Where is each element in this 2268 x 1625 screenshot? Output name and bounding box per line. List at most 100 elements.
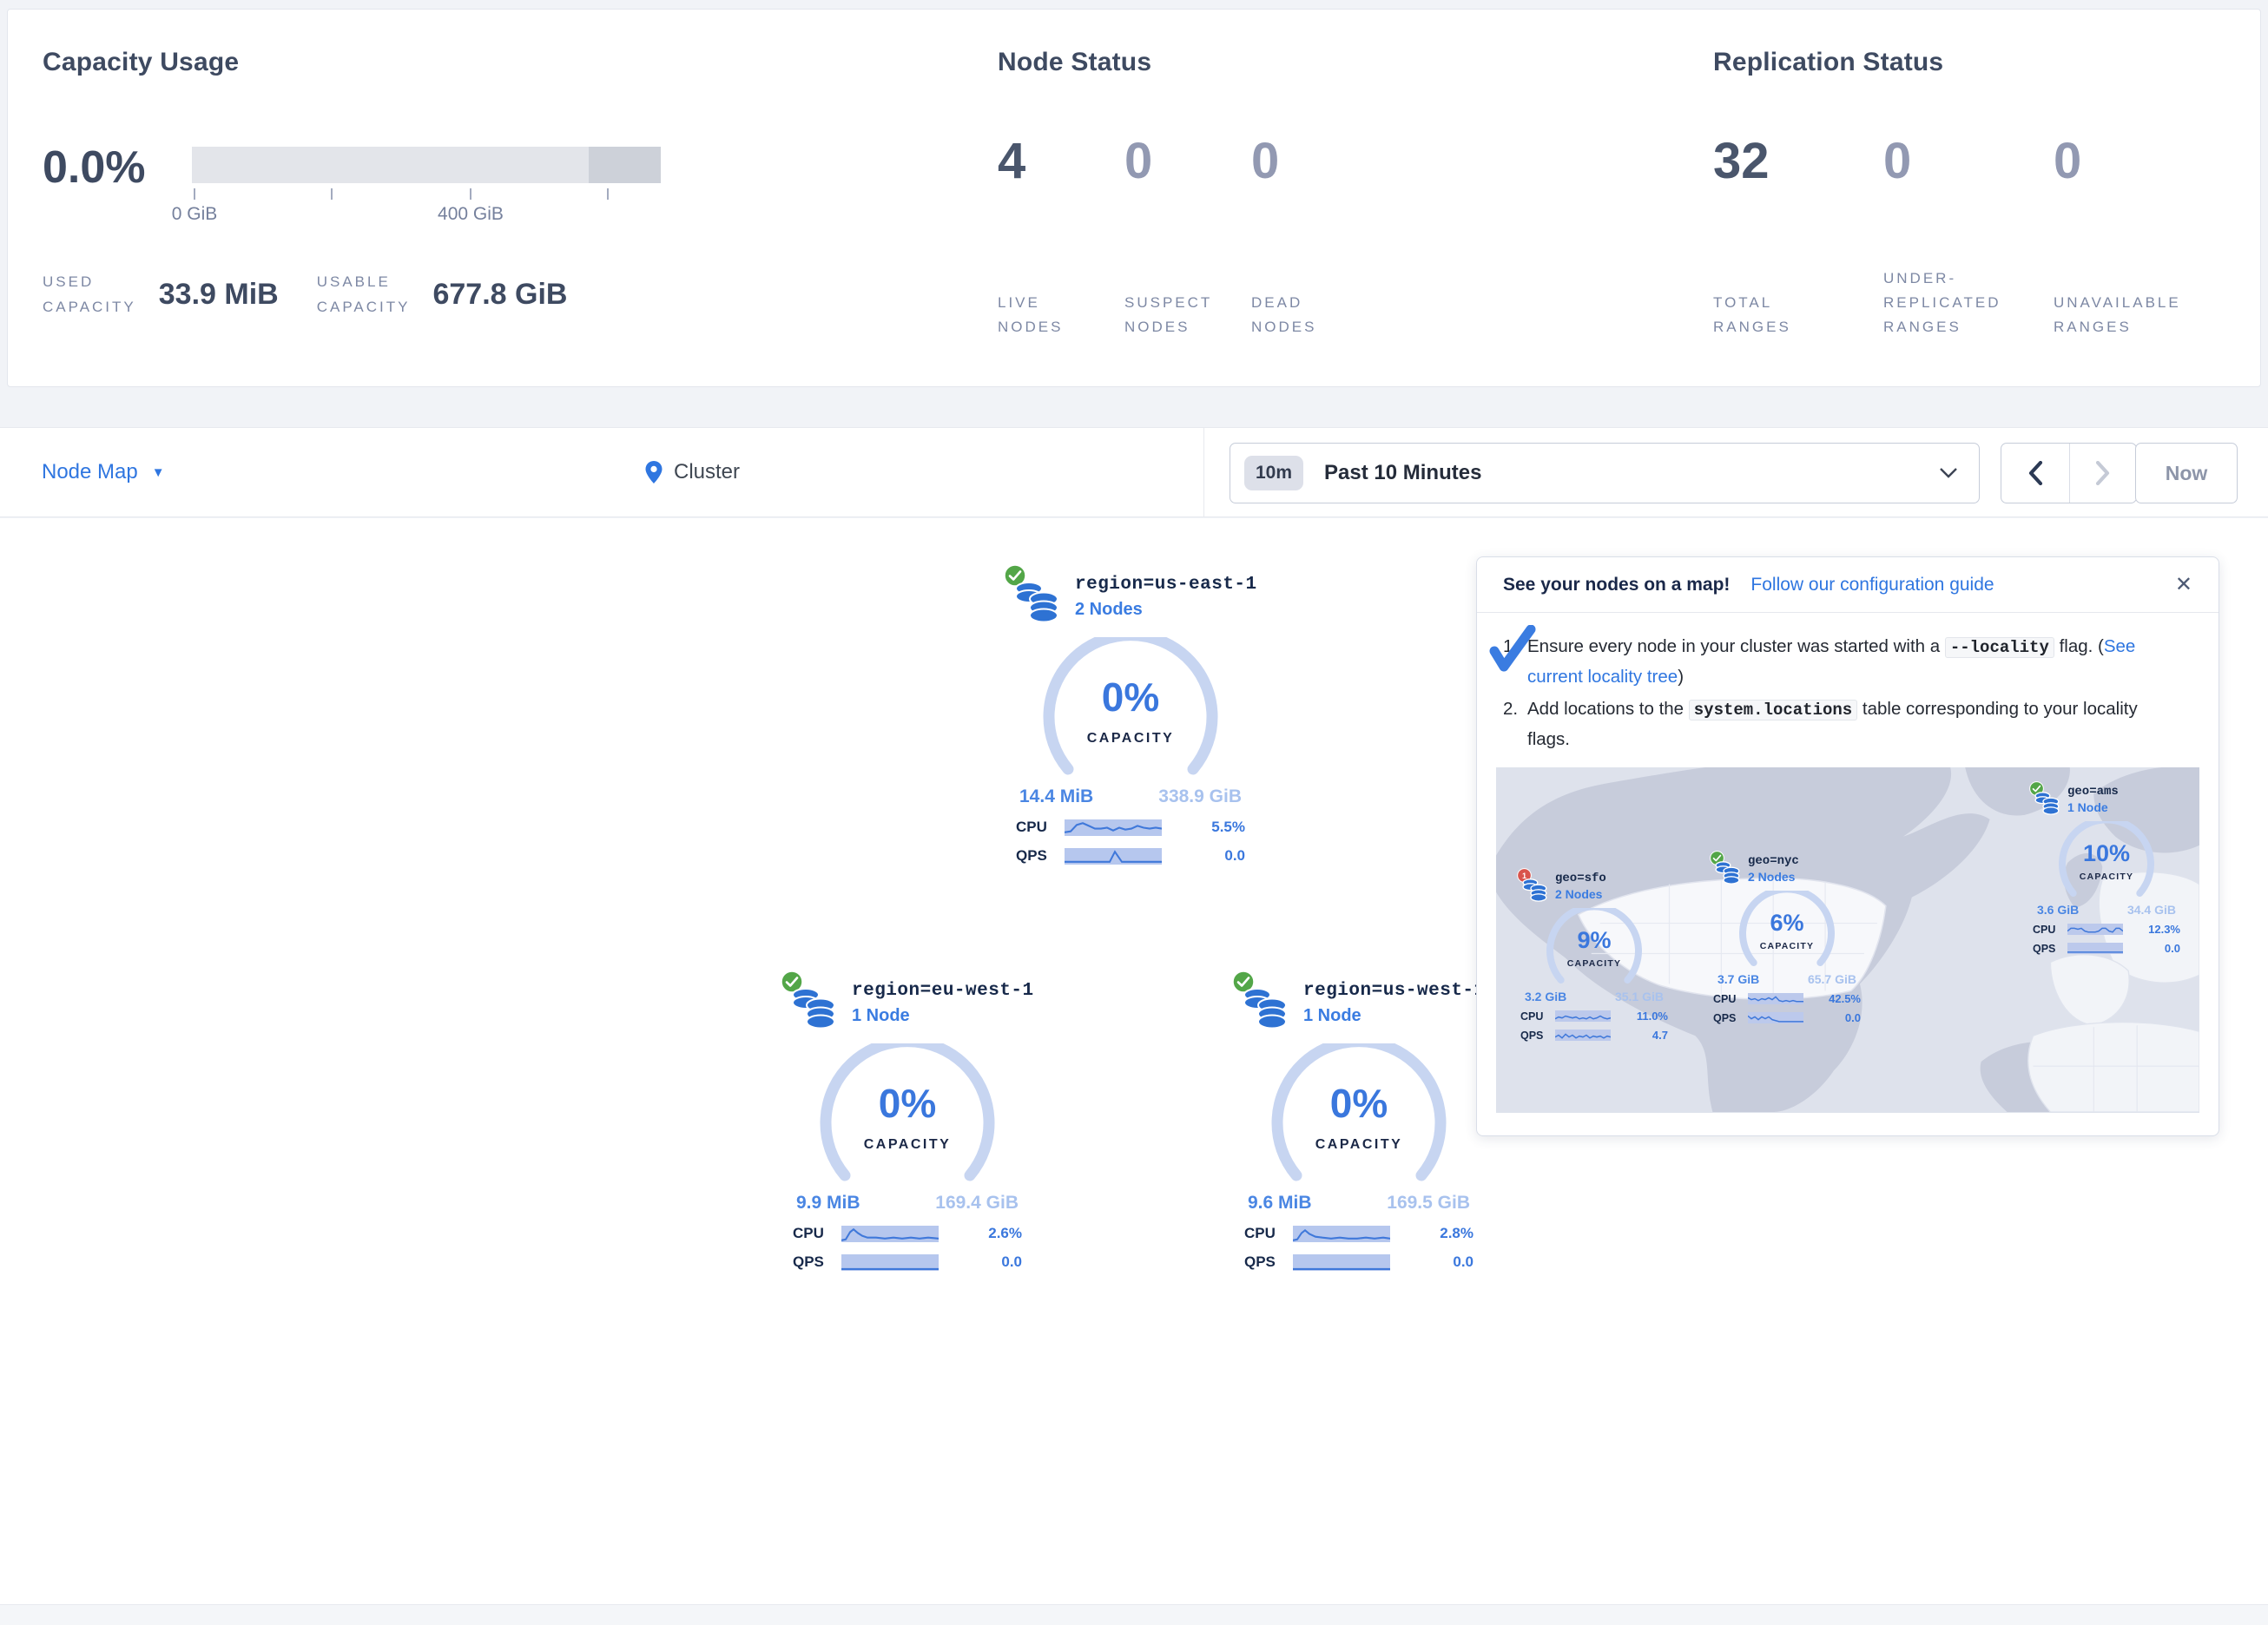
cpu-value: 2.6% [988, 1225, 1022, 1242]
instruction-step-1: 1. Ensure every node in your cluster was… [1503, 632, 2192, 691]
used-capacity: 14.4 MiB [1019, 786, 1093, 807]
database-stack-icon [791, 984, 838, 1034]
capacity-label: CAPACITY [2054, 872, 2159, 882]
used-capacity: 9.9 MiB [796, 1193, 860, 1214]
time-range-dropdown[interactable]: 10m Past 10 Minutes [1230, 443, 1980, 503]
now-button[interactable]: Now [2135, 443, 2238, 503]
qps-label: QPS [1016, 847, 1058, 865]
axis-tick-label: 400 GiB [438, 204, 504, 225]
close-icon[interactable]: ✕ [2175, 572, 2192, 597]
used-capacity-value: 33.9 MiB [159, 278, 279, 312]
database-stack-icon [1014, 578, 1061, 628]
used-capacity-stat: USED CAPACITY 33.9 MiB [43, 270, 279, 320]
qps-metric-row: QPS 0.0 [1713, 1011, 1861, 1024]
replication-status-section: Replication Status 32TOTALRANGES0UNDER-R… [1713, 10, 2243, 386]
configuration-guide-link[interactable]: Follow our configuration guide [1750, 575, 1994, 595]
step-number: 2. [1503, 694, 1527, 753]
map-locality-node: 1 geo=sfo 2 Nodes 9% CAPACITY 3.2 GiB 35… [1512, 865, 1677, 1042]
cpu-label: CPU [1016, 819, 1058, 836]
qps-value: 0.0 [2165, 942, 2180, 955]
stat-label-line: SUSPECT [1124, 291, 1251, 315]
region-node-card[interactable]: region=us-east-1 2 Nodes 0% CAPACITY 14.… [992, 561, 1269, 865]
cpu-sparkline [1748, 993, 1803, 1004]
capacity-percent: 9% [1541, 927, 1647, 954]
breadcrumb[interactable]: Cluster [644, 428, 740, 516]
chevron-left-icon [2027, 461, 2043, 485]
cpu-sparkline [2067, 924, 2123, 935]
stat-label-line: NODES [1251, 315, 1378, 339]
capacity-label: CAPACITY [1734, 941, 1840, 951]
stat-value: 0 [1883, 131, 2054, 192]
capacity-bar-track [192, 147, 661, 183]
popup-body: 1. Ensure every node in your cluster was… [1477, 613, 2219, 753]
stat-label-line: RANGES [1883, 315, 2054, 339]
qps-metric-row: QPS 0.0 [793, 1253, 1022, 1271]
stat-label-line: CAPACITY [317, 295, 411, 320]
stat-value: 32 [1713, 131, 1883, 192]
capacity-gauge: 10% CAPACITY [2054, 821, 2159, 898]
stat-label-line: DEAD [1251, 291, 1378, 315]
time-shift-forward-button[interactable] [2069, 444, 2137, 503]
usable-capacity-stat: USABLE CAPACITY 677.8 GiB [317, 270, 568, 320]
capacity-percent: 6% [1734, 910, 1840, 937]
region-label: region=eu-west-1 [852, 981, 1046, 1001]
qps-metric-row: QPS 4.7 [1520, 1029, 1668, 1042]
node-map-canvas: region=us-east-1 2 Nodes 0% CAPACITY 14.… [0, 518, 2268, 1604]
capacity-gauge: 6% CAPACITY [1734, 891, 1840, 967]
used-capacity: 9.6 MiB [1248, 1193, 1312, 1214]
qps-sparkline [1748, 1012, 1803, 1023]
axis-tick [194, 188, 195, 200]
map-pin-icon [644, 460, 663, 484]
used-capacity: 3.2 GiB [1525, 990, 1566, 1003]
qps-label: QPS [793, 1253, 834, 1271]
cpu-label: CPU [793, 1225, 834, 1242]
replication-status-title: Replication Status [1713, 48, 1943, 77]
capacity-gauge: 0% CAPACITY [1035, 637, 1226, 776]
cpu-value: 12.3% [2148, 923, 2180, 936]
stat-label-line: CAPACITY [43, 295, 136, 320]
stat-cell: 0 SUSPECTNODES [1124, 131, 1251, 339]
capacity-bar-reserved-segment [589, 147, 661, 183]
step-complete-check-icon [1489, 625, 1536, 674]
capacity-percent: 0% [1035, 674, 1226, 720]
locality-flag-code: --locality [1945, 637, 2054, 658]
qps-value: 0.0 [1845, 1011, 1861, 1024]
node-count: 2 Nodes [1075, 600, 1269, 620]
stat-label-line: USED [43, 270, 136, 295]
node-status-section: Node Status 4LIVENODES0 SUSPECTNODES0DEAD… [998, 10, 1692, 386]
qps-metric-row: QPS 0.0 [1016, 847, 1245, 865]
region-node-card[interactable]: region=us-west-1 1 Node 0% CAPACITY 9.6 … [1220, 967, 1498, 1271]
footer-strip [0, 1604, 2268, 1625]
cpu-value: 11.0% [1637, 1010, 1668, 1023]
locality-label: geo=nyc [1748, 854, 1869, 868]
node-status-title: Node Status [998, 48, 1151, 77]
stat-label-line: REPLICATED [1883, 291, 2054, 315]
stat-label: SUSPECTNODES [1124, 291, 1251, 339]
map-locality-node: geo=ams 1 Node 10% CAPACITY 3.6 GiB 34.4… [2024, 778, 2189, 955]
qps-sparkline [2067, 943, 2123, 954]
time-shift-back-button[interactable] [2001, 444, 2069, 503]
region-node-card[interactable]: region=eu-west-1 1 Node 0% CAPACITY 9.9 … [768, 967, 1046, 1271]
qps-value: 0.0 [1224, 847, 1245, 865]
qps-value: 4.7 [1652, 1029, 1668, 1042]
cpu-value: 5.5% [1211, 819, 1245, 836]
stat-cell: 0DEADNODES [1251, 131, 1378, 339]
node-count: 2 Nodes [1748, 870, 1869, 884]
used-capacity: 3.7 GiB [1717, 972, 1759, 986]
axis-tick-label: 0 GiB [172, 204, 218, 225]
view-selector-dropdown[interactable]: Node Map ▼ [42, 428, 165, 516]
qps-value: 0.0 [1001, 1253, 1022, 1271]
stat-cell: 4LIVENODES [998, 131, 1124, 339]
cpu-value: 42.5% [1829, 992, 1861, 1005]
view-selector-label: Node Map [42, 460, 138, 484]
cpu-label: CPU [1713, 993, 1743, 1005]
capacity-percent: 10% [2054, 840, 2159, 867]
stat-label-line: NODES [1124, 315, 1251, 339]
axis-tick [607, 188, 609, 200]
stat-value: 0 [1124, 131, 1251, 192]
stat-value: 4 [998, 131, 1124, 192]
capacity-label: CAPACITY [1541, 958, 1647, 969]
toolbar-divider [1203, 428, 1204, 516]
qps-value: 0.0 [1453, 1253, 1474, 1271]
qps-sparkline [1293, 1254, 1390, 1271]
